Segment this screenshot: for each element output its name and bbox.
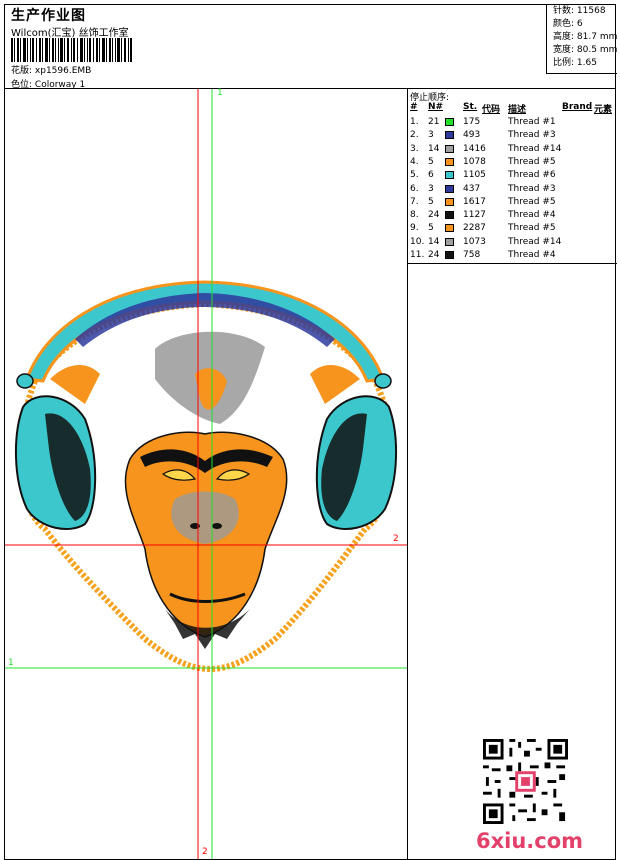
row-stitches: 1617 xyxy=(463,196,486,207)
stat-stitches: 针数: 11568 xyxy=(553,6,606,16)
row-needle: 5 xyxy=(428,196,434,207)
row-needle: 3 xyxy=(428,130,434,141)
row-index: 1. xyxy=(410,117,419,127)
color-swatch xyxy=(445,237,454,246)
header-block: 生产作业图 Wilcom(汇宝) 丝饰工作室 花版: xp1596.EMB 色位… xyxy=(4,4,617,90)
table-row: 8. 24 1127 Thread #4 xyxy=(408,209,617,222)
guide-label-v2: 2 xyxy=(202,847,208,857)
table-row: 9. 5 2287 Thread #5 xyxy=(408,222,617,235)
row-needle: 3 xyxy=(428,183,434,194)
row-index: 8. xyxy=(410,210,419,221)
row-needle: 5 xyxy=(428,156,434,167)
row-index: 6. xyxy=(410,183,419,194)
col-stitches: St. xyxy=(463,102,478,112)
color-swatch xyxy=(445,171,454,180)
guide-label-h2: 2 xyxy=(393,534,399,544)
row-description: Thread #5 xyxy=(508,156,556,167)
row-description: Thread #6 xyxy=(508,170,556,181)
row-stitches: 758 xyxy=(463,250,481,260)
right-nostril xyxy=(212,523,222,529)
row-description: Thread #3 xyxy=(508,183,556,194)
design-canvas: 1 2 2 1 xyxy=(4,88,408,860)
company-name: Wilcom(汇宝) 丝饰工作室 xyxy=(11,28,129,39)
col-description: 描述 xyxy=(508,105,527,115)
row-index: 2. xyxy=(410,130,419,141)
table-row: 3. 14 1416 Thread #14 xyxy=(408,143,617,156)
row-description: Thread #14 xyxy=(508,236,562,247)
row-needle: 24 xyxy=(428,250,440,260)
guide-label-v1: 1 xyxy=(217,88,223,98)
table-row: 10. 14 1073 Thread #14 xyxy=(408,236,617,249)
row-stitches: 2287 xyxy=(463,223,486,234)
col-element: 元素 xyxy=(594,105,613,115)
col-brand: Brand xyxy=(562,102,593,112)
row-stitches: 437 xyxy=(463,183,481,194)
color-swatch xyxy=(445,211,454,220)
color-swatch xyxy=(445,224,454,233)
col-index: # xyxy=(410,102,418,112)
row-index: 5. xyxy=(410,170,419,181)
row-description: Thread #4 xyxy=(508,210,556,221)
table-row: 7. 5 1617 Thread #5 xyxy=(408,196,617,209)
color-swatch xyxy=(445,118,454,126)
design-label: 花版: xyxy=(11,66,33,76)
row-needle: 14 xyxy=(428,143,440,154)
watermark-logo: 6xiu.com xyxy=(476,829,584,853)
row-description: Thread #5 xyxy=(508,223,556,234)
panel-divider xyxy=(408,263,617,264)
row-index: 7. xyxy=(410,196,419,207)
stats-box: 针数: 11568 颜色: 6 高度: 81.7 mm 宽度: 80.5 mm … xyxy=(546,5,617,74)
color-swatch xyxy=(445,144,454,153)
stat-scale: 比例: 1.65 xyxy=(553,58,597,68)
color-swatch xyxy=(445,184,454,193)
page-title: 生产作业图 xyxy=(11,8,86,24)
color-swatch xyxy=(445,131,454,140)
row-stitches: 1073 xyxy=(463,236,486,247)
table-row: 1. 21 175 Thread #1 xyxy=(408,116,617,129)
color-swatch xyxy=(445,157,454,166)
row-description: Thread #14 xyxy=(508,143,562,154)
row-needle: 14 xyxy=(428,236,440,247)
embroidery-preview xyxy=(5,89,407,859)
row-stitches: 1105 xyxy=(463,170,486,181)
color-swatch xyxy=(445,251,454,259)
row-description: Thread #5 xyxy=(508,196,556,207)
row-needle: 21 xyxy=(428,117,440,127)
row-needle: 5 xyxy=(428,223,434,234)
row-index: 3. xyxy=(410,143,419,154)
row-description: Thread #4 xyxy=(508,250,556,260)
row-stitches: 1078 xyxy=(463,156,486,167)
row-description: Thread #3 xyxy=(508,130,556,141)
table-row: 4. 5 1078 Thread #5 xyxy=(408,156,617,169)
row-index: 10. xyxy=(410,236,425,247)
table-row: 11. 24 758 Thread #4 xyxy=(408,249,617,262)
table-row: 2. 3 493 Thread #3 xyxy=(408,129,617,142)
row-description: Thread #1 xyxy=(508,117,556,127)
row-index: 4. xyxy=(410,156,419,167)
guide-label-h1: 1 xyxy=(8,658,14,668)
color-swatch xyxy=(445,197,454,206)
row-stitches: 1416 xyxy=(463,143,486,154)
stop-sequence-panel: 停止顺序: # N# St. 代码 描述 Brand 元素 1. 21 175 Thr… xyxy=(407,88,617,860)
row-needle: 6 xyxy=(428,170,434,181)
table-row: 6. 3 437 Thread #3 xyxy=(408,183,617,196)
qr-code-icon xyxy=(483,739,568,824)
col-code: 代码 xyxy=(482,105,501,115)
table-header: # N# St. 代码 描述 Brand 元素 xyxy=(408,102,617,116)
design-file-line: 花版: xp1596.EMB xyxy=(11,63,91,76)
design-file-name: xp1596.EMB xyxy=(34,66,92,76)
row-stitches: 1127 xyxy=(463,210,486,221)
stat-colors: 颜色: 6 xyxy=(553,19,583,29)
table-row: 5. 6 1105 Thread #6 xyxy=(408,169,617,182)
row-stitches: 493 xyxy=(463,130,481,141)
row-index: 9. xyxy=(410,223,419,234)
stat-width: 宽度: 80.5 mm xyxy=(553,45,618,55)
col-needle: N# xyxy=(428,102,444,112)
row-index: 11. xyxy=(410,250,425,260)
row-stitches: 175 xyxy=(463,117,481,127)
barcode-icon xyxy=(11,38,132,62)
row-needle: 24 xyxy=(428,210,440,221)
stat-height: 高度: 81.7 mm xyxy=(553,32,618,42)
